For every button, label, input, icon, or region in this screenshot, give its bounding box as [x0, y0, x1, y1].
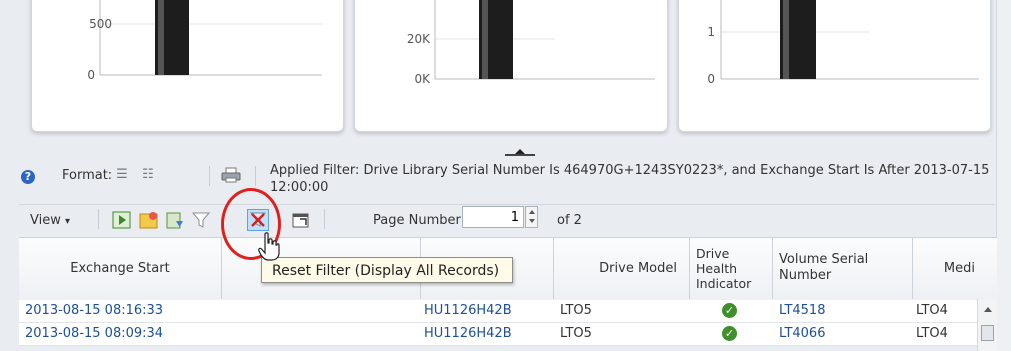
column-header-label: Volume Serial Number: [779, 252, 869, 283]
collapse-handle-icon[interactable]: [505, 148, 535, 156]
chart-panel-1: 500 0: [31, 0, 344, 132]
cell-exchange-start[interactable]: 2013-08-15 08:16:33: [25, 300, 163, 322]
cell-volume-serial[interactable]: LT4518: [779, 300, 825, 322]
column-header-label: Exchange Start: [70, 260, 170, 276]
cell-drive-model: LTO5: [560, 326, 592, 341]
chart-panel-3: 1 0: [678, 0, 991, 132]
column-header-label: Drive Model: [599, 260, 677, 276]
chart-3: 1 0: [707, 0, 979, 86]
column-header-label: Drive Health Indicator: [696, 245, 752, 291]
y-tick: 1: [707, 25, 715, 39]
health-ok-icon: ✓: [722, 303, 737, 318]
table-row[interactable]: 2013-08-15 08:09:34 HU1126H42B LTO5 ✓ LT…: [19, 323, 977, 346]
print-icon[interactable]: [221, 167, 241, 183]
table-scrollbar[interactable]: [977, 299, 997, 351]
cell-media: LTO4: [916, 326, 948, 341]
chevron-down-icon: ▾: [65, 216, 71, 227]
column-header-label: Medi: [943, 260, 975, 276]
y-tick: 0K: [414, 72, 431, 86]
detach-icon[interactable]: [290, 210, 312, 230]
scroll-up-icon[interactable]: [983, 307, 992, 312]
spin-up-icon[interactable]: [528, 210, 535, 214]
export-icon[interactable]: [164, 210, 186, 230]
table-row[interactable]: 2013-08-15 08:16:33 HU1126H42B LTO5 ✓ LT…: [19, 300, 977, 323]
page-number-input[interactable]: [462, 206, 524, 228]
chart-1: 500 0: [87, 0, 322, 82]
save-filter-icon[interactable]: [138, 210, 160, 230]
bar-highlight: [783, 0, 789, 79]
bar-highlight: [158, 0, 164, 75]
cell-drive-serial[interactable]: HU1126H42B: [424, 300, 512, 322]
cell-media: LTO4: [916, 303, 948, 318]
page-spinner[interactable]: [525, 206, 538, 228]
y-tick: 0: [707, 72, 715, 86]
scroll-thumb[interactable]: [981, 325, 994, 341]
chart-2: 20K 0K: [407, 0, 655, 86]
divider: [209, 166, 210, 186]
filter-icon[interactable]: [190, 210, 212, 230]
cell-exchange-start[interactable]: 2013-08-15 08:09:34: [25, 323, 163, 345]
column-header-media[interactable]: Medi: [913, 237, 977, 299]
health-ok-icon: ✓: [722, 326, 737, 341]
divider: [255, 166, 256, 186]
divider: [324, 209, 325, 229]
list-format-icon[interactable]: ☰: [113, 167, 131, 183]
cell-drive-serial[interactable]: HU1126H42B: [424, 323, 512, 345]
column-header-exchange-start[interactable]: Exchange Start: [19, 237, 222, 299]
divider: [98, 209, 99, 229]
column-header-volume-serial[interactable]: Volume Serial Number: [773, 237, 913, 299]
page-scrollbar[interactable]: [996, 0, 1011, 351]
cell-drive-model: LTO5: [560, 303, 592, 318]
column-header-drive-health[interactable]: Drive Health Indicator: [690, 237, 773, 299]
view-menu[interactable]: View ▾: [30, 213, 70, 228]
y-tick: 500: [89, 17, 112, 31]
hand-cursor-icon: [258, 232, 280, 261]
bar-highlight: [482, 0, 488, 79]
page-count: of 2: [557, 213, 582, 228]
applied-filter-text: Applied Filter: Drive Library Serial Num…: [270, 163, 990, 195]
format-label: Format:: [62, 168, 113, 183]
grid-format-icon[interactable]: ☷: [139, 167, 157, 183]
cell-volume-serial[interactable]: LT4066: [779, 323, 825, 345]
y-tick: 20K: [407, 32, 431, 46]
help-icon[interactable]: ?: [21, 170, 35, 184]
column-header-drive-model[interactable]: Drive Model: [554, 237, 690, 299]
y-tick: 0: [87, 68, 95, 82]
tooltip: Reset Filter (Display All Records): [261, 257, 513, 283]
run-report-icon[interactable]: [111, 210, 133, 230]
view-menu-label: View: [30, 213, 61, 228]
chart-panel-2: 20K 0K: [354, 0, 668, 132]
page-number-label: Page Number:: [373, 213, 465, 228]
spin-down-icon[interactable]: [528, 219, 535, 223]
